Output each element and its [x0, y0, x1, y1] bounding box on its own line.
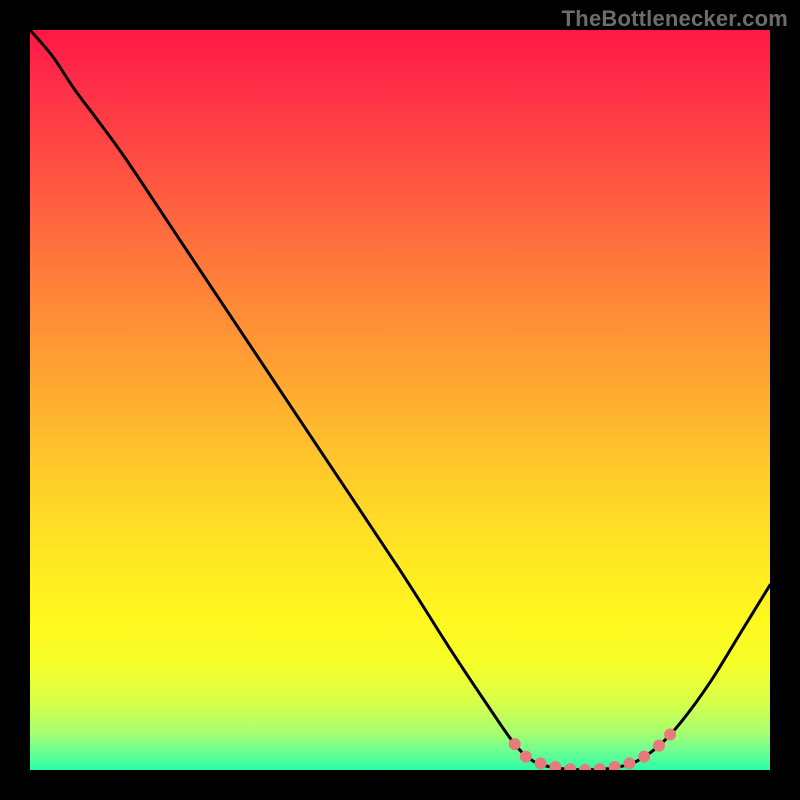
optimal-marker: [535, 757, 547, 769]
gradient-background: [30, 30, 770, 770]
plot-area: [30, 30, 770, 776]
watermark-text: TheBottlenecker.com: [562, 6, 788, 32]
optimal-marker: [509, 738, 521, 750]
bottleneck-chart: [0, 0, 800, 800]
optimal-marker: [520, 751, 532, 763]
optimal-marker: [623, 757, 635, 769]
optimal-marker: [653, 740, 665, 752]
optimal-marker: [664, 728, 676, 740]
optimal-marker: [638, 751, 650, 763]
